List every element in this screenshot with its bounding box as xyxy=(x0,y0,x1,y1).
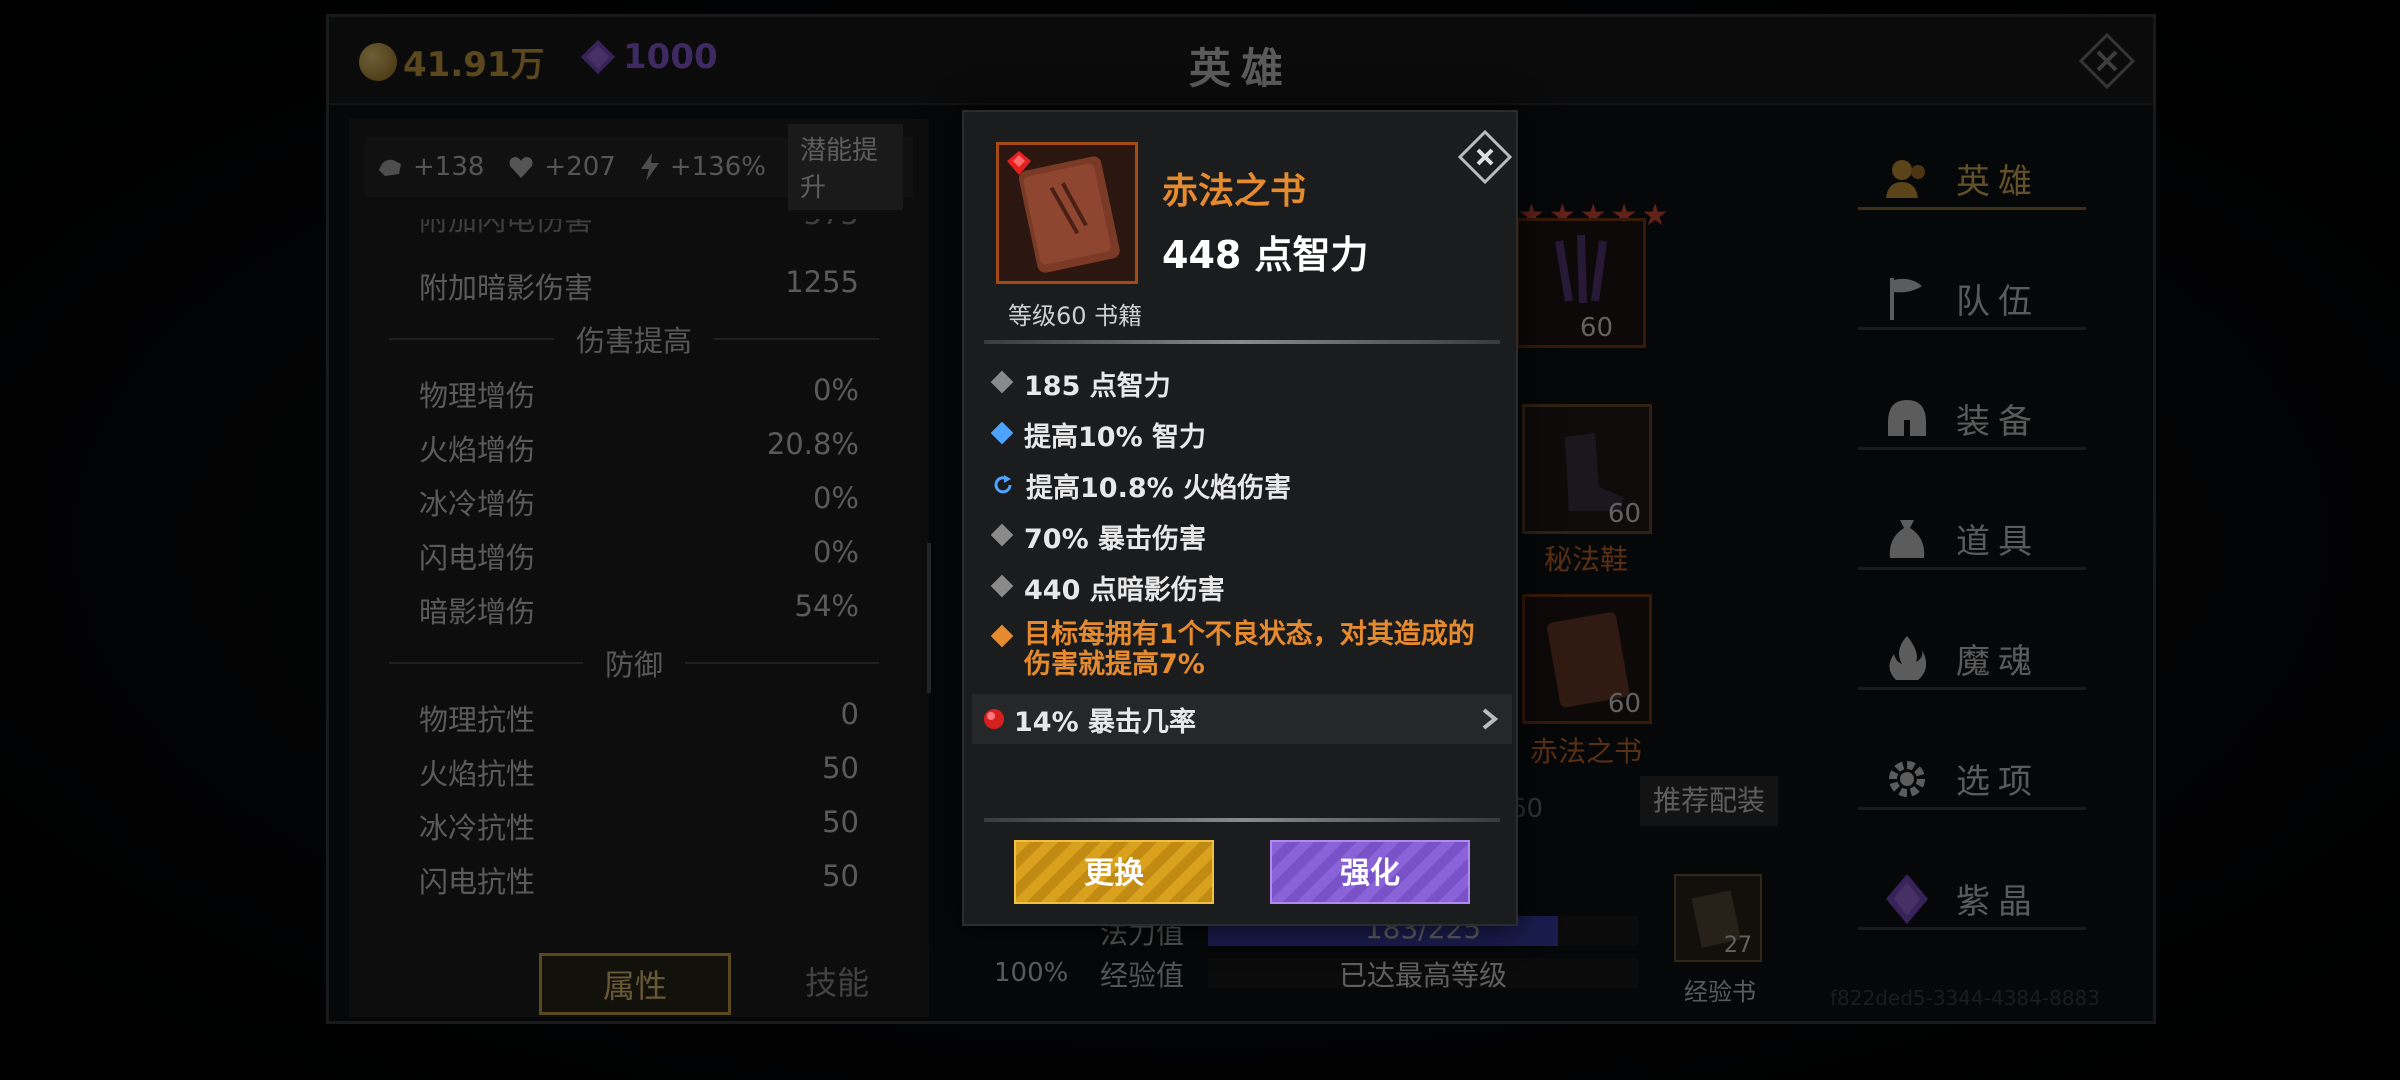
exp-book-name: 经验书 xyxy=(1684,978,1756,1006)
nav-items[interactable]: 道具 xyxy=(1858,510,2086,570)
item-name: 赤法之书 xyxy=(1162,171,1307,212)
orange-diamond-icon xyxy=(990,624,1014,648)
top-bar: 41.91万 1000 英雄 xyxy=(329,17,2153,105)
tab-attributes[interactable]: 属性 xyxy=(539,953,731,1015)
flag-icon xyxy=(1890,277,1922,320)
nav-soul[interactable]: 魔魂 xyxy=(1858,630,2086,690)
user-id: f822ded5-3344-4384-8883 xyxy=(1830,986,2100,1010)
close-window-icon[interactable] xyxy=(2079,33,2135,89)
chevron-right-icon xyxy=(1482,708,1499,730)
stat-row: 闪电抗性 50 xyxy=(419,859,859,899)
fist-icon xyxy=(379,159,401,176)
nav-team[interactable]: 队伍 xyxy=(1858,270,2086,330)
blue-diamond-icon xyxy=(990,421,1014,445)
affix-row: 185 点智力 xyxy=(984,364,1500,403)
affix-row: 70% 暴击伤害 xyxy=(984,517,1500,556)
health-stat: +207 xyxy=(506,152,616,182)
recommend-loadout-button[interactable]: 推荐配装 xyxy=(1640,776,1778,826)
stat-label: 附加暗影伤害 xyxy=(419,271,594,305)
potential-bar: +138 +207 +136% 潜能提升 xyxy=(365,124,913,210)
grey-diamond-icon xyxy=(990,370,1014,394)
stat-row: 火焰增伤 20.8% xyxy=(419,427,859,467)
socketed-gem-row[interactable]: 14% 暴击几率 xyxy=(972,694,1512,744)
reroll-icon xyxy=(994,475,1012,494)
book-name: 赤法之书 xyxy=(1529,735,1642,768)
heart-icon xyxy=(509,157,533,178)
tab-skills[interactable]: 技能 xyxy=(741,953,933,1015)
stat-row: 附加闪电伤害 575 xyxy=(419,219,859,237)
nav-options[interactable]: 选项 xyxy=(1858,750,2086,810)
stat-row: 冰冷抗性 50 xyxy=(419,805,859,845)
ruby-gem-icon xyxy=(984,709,1004,729)
stat-list[interactable]: 附加闪电伤害 575 附加暗影伤害 1255 伤害提高 物理增伤0% 火焰增伤2… xyxy=(349,219,929,919)
exp-label: 经验值 xyxy=(1100,959,1185,992)
stat-row: 附加暗影伤害 1255 xyxy=(419,265,859,305)
item-icon-slot xyxy=(996,142,1138,284)
nav-equipment[interactable]: 装备 xyxy=(1858,390,2086,450)
grey-diamond-icon xyxy=(990,574,1014,598)
bottom-tabs: 属性 技能 xyxy=(349,937,929,1017)
close-popup-icon[interactable] xyxy=(1458,130,1512,184)
exp-value: 已达最高等级 xyxy=(1338,959,1507,992)
affix-row: 440 点暗影伤害 xyxy=(984,568,1500,607)
energy-stat: +136% xyxy=(638,152,766,182)
percent-value: 100% xyxy=(994,958,1069,988)
lightning-icon xyxy=(640,153,659,181)
nav-crystal[interactable]: 紫晶 xyxy=(1858,870,2086,930)
stat-row: 物理增伤 0% xyxy=(419,373,859,413)
energy-value: +136% xyxy=(669,152,766,182)
stats-scrollbar[interactable] xyxy=(927,543,931,693)
stat-row: 闪电增伤 0% xyxy=(419,535,859,575)
power-value: +138 xyxy=(413,152,485,182)
grey-diamond-icon xyxy=(990,523,1014,547)
stat-row: 冰冷增伤 0% xyxy=(419,481,859,521)
stat-value: 1255 xyxy=(785,265,859,299)
helmet-icon xyxy=(1888,399,1926,436)
stat-value: 575 xyxy=(804,219,859,237)
divider xyxy=(984,340,1500,344)
section-damage-header: 伤害提高 xyxy=(389,319,879,359)
affix-row: 提高10% 智力 xyxy=(984,415,1500,454)
enhance-button[interactable]: 强化 xyxy=(1270,840,1470,904)
item-main-stat: 448 点智力 xyxy=(1162,233,1369,277)
power-stat: +138 xyxy=(375,152,484,182)
replace-button[interactable]: 更换 xyxy=(1014,840,1214,904)
crystal-icon xyxy=(1886,873,1928,924)
divider xyxy=(984,818,1500,822)
ruby-socket-icon xyxy=(1007,151,1031,175)
gear-icon xyxy=(1889,760,1925,797)
bag-icon xyxy=(1889,519,1925,558)
item-detail-popup: 赤法之书 448 点智力 等级60 书籍 185 点智力 提高10% 智力 提高… xyxy=(962,110,1518,926)
nav-hero[interactable]: 英雄 xyxy=(1858,150,2086,210)
stat-label: 附加闪电伤害 xyxy=(419,219,594,237)
hero-icon xyxy=(1886,159,1925,198)
stat-row: 火焰抗性 50 xyxy=(419,751,859,791)
potential-upgrade-button[interactable]: 潜能提升 xyxy=(787,124,903,210)
stat-row: 暗影增伤 54% xyxy=(419,589,859,629)
page-title: 英雄 xyxy=(1188,44,1293,93)
equip-slot-book[interactable]: 60 xyxy=(1522,594,1652,724)
equip-slot-gloves[interactable]: 60 xyxy=(1516,218,1646,348)
stat-row: 物理抗性 0 xyxy=(419,697,859,737)
health-value: +207 xyxy=(544,152,616,182)
stats-panel: +138 +207 +136% 潜能提升 附加闪电伤害 575 附 xyxy=(349,119,931,939)
game-background: 41.91万 1000 英雄 +138 +207 +136% 潜能提升 附加闪电… xyxy=(0,0,2400,1080)
equip-slot-boots[interactable]: 60 xyxy=(1522,404,1652,534)
exp-book-slot[interactable]: 27 xyxy=(1674,874,1762,962)
legendary-affix: 目标每拥有1个不良状态，对其造成的伤害就提高7% xyxy=(984,620,1500,680)
item-level-type: 等级60 书籍 xyxy=(1008,302,1143,330)
flame-icon xyxy=(1889,635,1927,680)
exp-bar: 经验值 已达最高等级 xyxy=(1100,954,1660,992)
affix-row: 提高10.8% 火焰伤害 xyxy=(984,466,1500,505)
boots-name: 秘法鞋 xyxy=(1543,543,1628,576)
section-defense-header: 防御 xyxy=(389,643,879,683)
